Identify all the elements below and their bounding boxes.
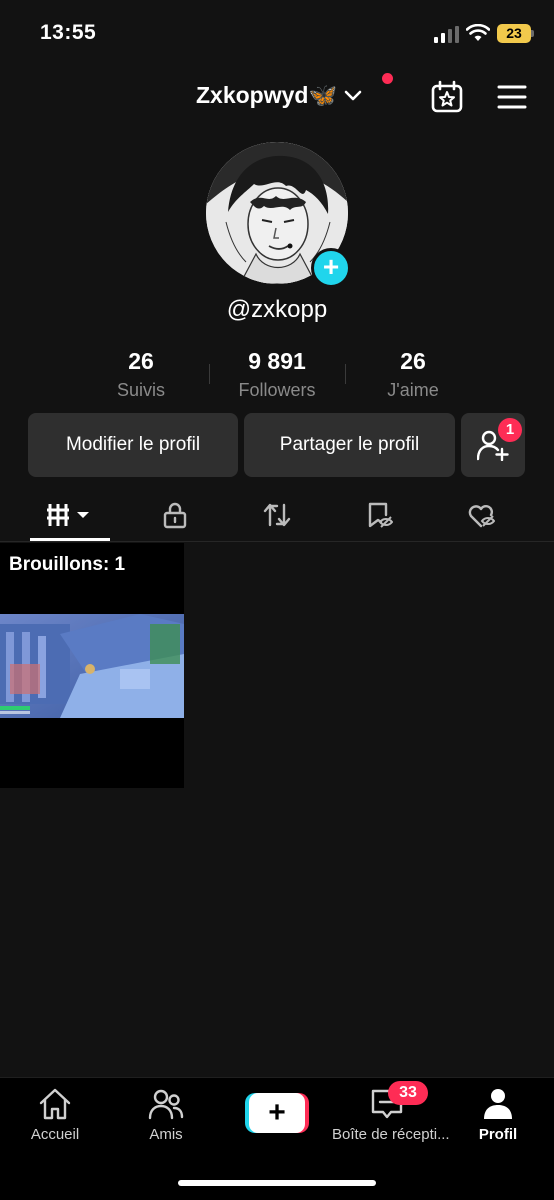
nav-label: Accueil — [30, 1126, 80, 1143]
nav-label: Amis — [149, 1126, 183, 1143]
hidden-bookmark-icon — [368, 502, 393, 528]
hidden-heart-icon — [468, 504, 495, 528]
create-button[interactable]: + — [245, 1093, 309, 1133]
tab-videos[interactable] — [15, 488, 125, 542]
tab-favorites[interactable] — [324, 488, 434, 542]
add-avatar-button[interactable]: + — [311, 248, 351, 288]
profile-icon — [484, 1089, 512, 1119]
stat-label: J'aime — [387, 380, 439, 400]
profile-header: Zxkopwyd🦋 — [0, 70, 554, 126]
friends-icon — [148, 1089, 184, 1120]
battery-icon: 23 — [497, 24, 531, 43]
notification-dot — [382, 73, 393, 84]
home-icon — [39, 1088, 71, 1120]
signal-icon — [434, 26, 459, 43]
content-tabs — [0, 488, 554, 542]
inbox-badge: 33 — [388, 1081, 428, 1105]
calendar-star-icon[interactable] — [430, 80, 464, 114]
profile-handle: @zxkopp — [226, 296, 328, 323]
repost-icon — [263, 503, 291, 527]
tab-liked[interactable] — [426, 488, 536, 542]
account-switcher[interactable]: Zxkopwyd🦋 — [196, 82, 363, 109]
drafts-tile[interactable]: Brouillons: 1 — [0, 543, 184, 788]
stat-label: Followers — [238, 380, 316, 400]
stat-following[interactable]: 26 Suivis — [71, 346, 211, 404]
edit-profile-button[interactable]: Modifier le profil — [28, 413, 238, 477]
nav-label: Boîte de récepti... — [332, 1126, 450, 1143]
nav-profile[interactable]: Profil — [443, 1086, 553, 1143]
profile-stats: 26 Suivis 9 891 Followers 26 J'aime — [0, 346, 554, 406]
stat-followers[interactable]: 9 891 Followers — [207, 346, 347, 404]
lock-icon — [163, 502, 187, 529]
status-time: 13:55 — [40, 21, 97, 44]
battery-cap — [531, 30, 534, 37]
stat-label: Suivis — [116, 380, 165, 400]
stat-value: 26 — [128, 348, 154, 374]
chevron-down-icon — [344, 90, 362, 100]
share-profile-button[interactable]: Partager le profil — [244, 413, 455, 477]
menu-icon[interactable] — [496, 82, 528, 112]
draft-thumbnail — [0, 614, 184, 718]
stat-value: 9 891 — [248, 348, 306, 374]
create-plus-icon: + — [249, 1093, 305, 1133]
drafts-label: Brouillons: 1 — [9, 554, 126, 575]
videos-grid-icon — [47, 504, 89, 526]
stat-value: 26 — [400, 348, 426, 374]
status-bar: 13:55 23 — [0, 0, 554, 62]
nav-friends[interactable]: Amis — [111, 1086, 221, 1143]
nav-label: Profil — [478, 1126, 518, 1143]
stat-likes[interactable]: 26 J'aime — [343, 346, 483, 404]
tab-reposts[interactable] — [222, 488, 332, 542]
username: Zxkopwyd🦋 — [196, 82, 338, 108]
profile-screen: 13:55 23 Zxkopwyd🦋 + @zxkopp 26 Suivis 9… — [0, 0, 554, 1200]
add-friend-badge: 1 — [498, 418, 522, 442]
tab-private[interactable] — [120, 488, 230, 542]
nav-home[interactable]: Accueil — [0, 1086, 110, 1143]
active-tab-indicator — [30, 538, 110, 541]
home-indicator[interactable] — [178, 1180, 376, 1186]
wifi-icon — [466, 24, 490, 41]
